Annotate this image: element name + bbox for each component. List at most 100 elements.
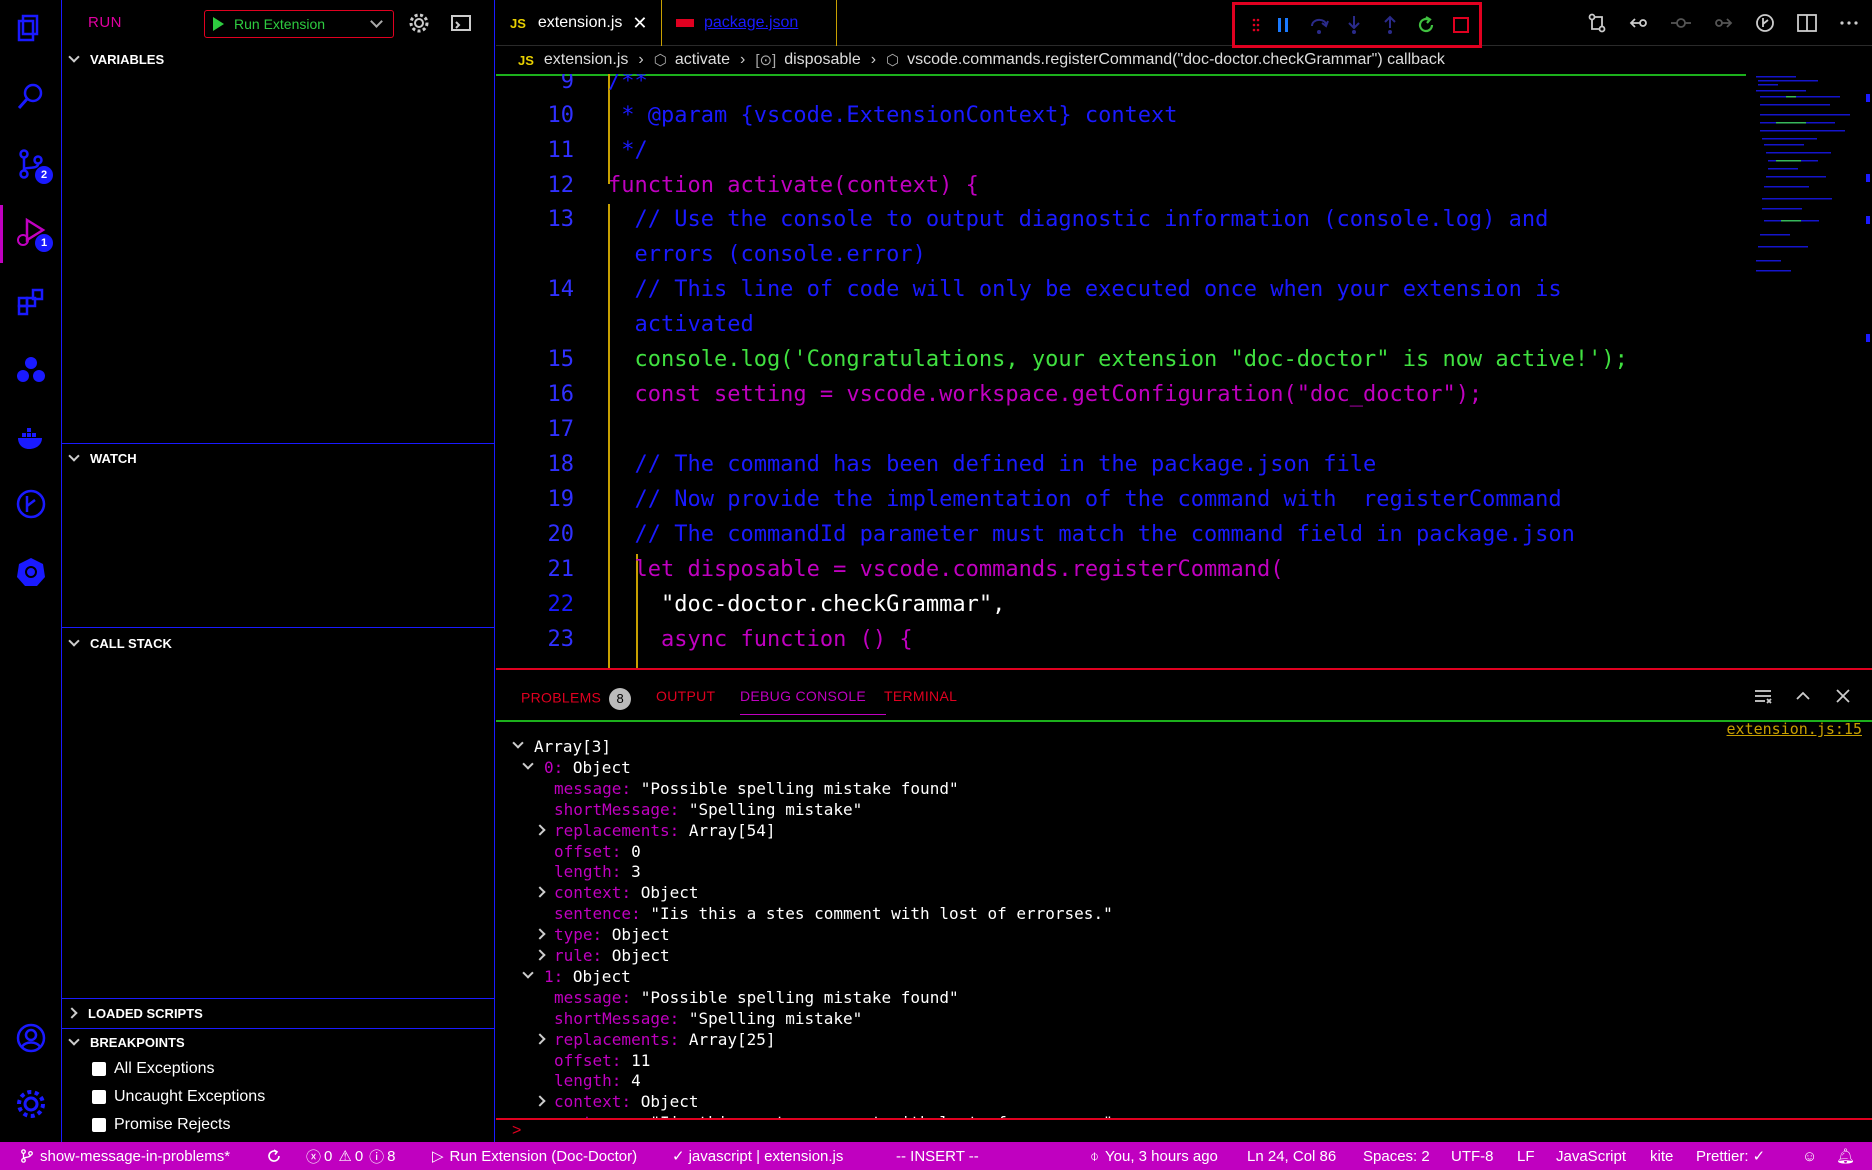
- account-icon[interactable]: [13, 1020, 49, 1056]
- git-blame-status[interactable]: ⌽ You, 3 hours ago: [1090, 1142, 1218, 1170]
- go-forward-icon[interactable]: [1712, 12, 1734, 34]
- code-line[interactable]: 19 // Now provide the implementation of …: [496, 482, 1746, 517]
- eol-status[interactable]: LF: [1517, 1142, 1535, 1170]
- debug-console-input[interactable]: >: [496, 1118, 1872, 1142]
- source-location-link[interactable]: extension.js:15: [1727, 722, 1862, 738]
- kubernetes-icon[interactable]: [13, 554, 49, 590]
- code-line[interactable]: 12 function activate(context) {: [496, 168, 1746, 203]
- clear-console-icon[interactable]: [1753, 686, 1773, 706]
- console-entry[interactable]: Array[3]: [534, 736, 611, 757]
- kite-status[interactable]: kite: [1650, 1142, 1673, 1170]
- go-back-icon[interactable]: [1628, 12, 1650, 34]
- notifications-bell-icon[interactable]: 🔔︎: [1836, 1142, 1855, 1170]
- split-editor-icon[interactable]: [1796, 12, 1818, 34]
- extensions-icon[interactable]: [13, 284, 49, 320]
- console-entry[interactable]: context: Object: [554, 1091, 699, 1112]
- maximize-panel-icon[interactable]: [1793, 686, 1813, 706]
- more-actions-icon[interactable]: [1838, 12, 1860, 34]
- tab-package-json[interactable]: package.json: [662, 0, 837, 46]
- source-control-icon[interactable]: 2: [13, 146, 53, 184]
- sync-icon[interactable]: [266, 1142, 282, 1170]
- code-line[interactable]: 11 */: [496, 133, 1746, 168]
- code-editor[interactable]: 9 /** 10 * @param {vscode.ExtensionContext…: [496, 74, 1872, 670]
- prettier-status[interactable]: Prettier: ✓: [1696, 1142, 1765, 1170]
- step-out-icon[interactable]: [1372, 7, 1408, 43]
- chevron-right-icon[interactable]: [534, 1032, 546, 1045]
- explorer-icon[interactable]: [13, 10, 49, 46]
- branch-status[interactable]: show-message-in-problems*: [20, 1142, 230, 1170]
- launch-config-select[interactable]: Run Extension: [204, 10, 394, 38]
- debug-console-output[interactable]: extension.js:15 Array[3] 0: Object message…: [496, 720, 1872, 1120]
- chevron-down-icon[interactable]: [512, 737, 524, 749]
- pause-icon[interactable]: [1265, 7, 1301, 43]
- run-debug-icon[interactable]: 1: [13, 214, 53, 252]
- console-entry[interactable]: rule: Object: [554, 945, 670, 966]
- git-commit-icon[interactable]: [1670, 12, 1692, 34]
- call-stack-section-header[interactable]: CALL STACK: [62, 630, 495, 656]
- stop-icon[interactable]: [1443, 7, 1479, 43]
- settings-gear-icon[interactable]: [13, 1086, 49, 1122]
- code-line[interactable]: 14 // This line of code will only be exe…: [496, 272, 1746, 307]
- live-share-icon[interactable]: [13, 352, 49, 388]
- tab-terminal[interactable]: TERMINAL: [884, 688, 957, 704]
- code-line[interactable]: 18 // The command has been defined in th…: [496, 447, 1746, 482]
- close-panel-icon[interactable]: [1833, 686, 1853, 706]
- git-graph-icon[interactable]: [13, 486, 49, 522]
- eslint-status[interactable]: ✓ javascript | extension.js: [672, 1142, 843, 1170]
- breadcrumb-file[interactable]: extension.js: [544, 51, 629, 69]
- code-line[interactable]: 21 let disposable = vscode.commands.regi…: [496, 552, 1746, 587]
- console-entry[interactable]: 1: Object: [544, 966, 631, 987]
- code-line[interactable]: 13 // Use the console to output diagnost…: [496, 202, 1746, 237]
- breakpoint-all-exceptions[interactable]: All Exceptions: [92, 1060, 215, 1078]
- code-line[interactable]: 15 console.log('Congratulations, your ex…: [496, 342, 1746, 377]
- chevron-down-icon[interactable]: [522, 758, 534, 770]
- breakpoint-promise-rejects[interactable]: Promise Rejects: [92, 1116, 230, 1134]
- breakpoint-uncaught-exceptions[interactable]: Uncaught Exceptions: [92, 1088, 265, 1106]
- tab-debug-console[interactable]: DEBUG CONSOLE: [740, 688, 866, 704]
- breakpoints-section-header[interactable]: BREAKPOINTS: [62, 1029, 495, 1055]
- code-line[interactable]: 9 /**: [496, 74, 1746, 99]
- step-over-icon[interactable]: [1301, 7, 1337, 43]
- loaded-scripts-section-header[interactable]: LOADED SCRIPTS: [62, 1000, 495, 1026]
- drag-handle-icon[interactable]: [1247, 7, 1265, 43]
- checkbox[interactable]: [92, 1090, 106, 1104]
- code-line[interactable]: 17: [496, 412, 1746, 447]
- code-line[interactable]: 16 const setting = vscode.workspace.getC…: [496, 377, 1746, 412]
- chevron-down-icon[interactable]: [522, 967, 534, 979]
- console-entry[interactable]: replacements: Array[25]: [554, 1029, 776, 1050]
- checkbox[interactable]: [92, 1062, 106, 1076]
- console-entry[interactable]: type: Object: [554, 924, 670, 945]
- chevron-right-icon[interactable]: [534, 949, 546, 961]
- chevron-right-icon[interactable]: [534, 823, 546, 836]
- language-mode-status[interactable]: JavaScript: [1556, 1142, 1626, 1170]
- code-line[interactable]: 22 "doc-doctor.checkGrammar",: [496, 587, 1746, 622]
- console-entry[interactable]: context: Object: [554, 882, 699, 903]
- step-into-icon[interactable]: [1336, 7, 1372, 43]
- breadcrumb-callback[interactable]: vscode.commands.registerCommand("doc-doc…: [907, 51, 1445, 69]
- restart-icon[interactable]: [1408, 7, 1444, 43]
- breadcrumb-variable[interactable]: disposable: [784, 51, 861, 69]
- code-line[interactable]: 20 // The commandId parameter must match…: [496, 517, 1746, 552]
- chevron-right-icon[interactable]: [534, 928, 546, 940]
- code-line[interactable]: errors (console.error): [496, 237, 1746, 272]
- timeline-icon[interactable]: [1754, 12, 1776, 34]
- close-icon[interactable]: ✕: [632, 13, 647, 34]
- open-changes-icon[interactable]: [1586, 12, 1608, 34]
- variables-section-header[interactable]: VARIABLES: [62, 46, 495, 72]
- checkbox[interactable]: [92, 1118, 106, 1132]
- search-icon[interactable]: [13, 78, 49, 114]
- indentation-status[interactable]: Spaces: 2: [1363, 1142, 1430, 1170]
- minimap[interactable]: [1746, 74, 1872, 670]
- watch-section-header[interactable]: WATCH: [62, 445, 495, 471]
- chevron-right-icon[interactable]: [534, 886, 546, 898]
- code-line[interactable]: 23 async function () {: [496, 622, 1746, 657]
- breadcrumb-function[interactable]: activate: [675, 51, 730, 69]
- tab-problems[interactable]: PROBLEMS 8: [521, 688, 632, 710]
- console-entry[interactable]: replacements: Array[54]: [554, 820, 776, 841]
- console-entry[interactable]: 0: Object: [544, 757, 631, 778]
- cursor-position-status[interactable]: Ln 24, Col 86: [1247, 1142, 1336, 1170]
- encoding-status[interactable]: UTF-8: [1451, 1142, 1494, 1170]
- docker-icon[interactable]: [13, 420, 49, 456]
- chevron-right-icon[interactable]: [534, 1095, 546, 1107]
- tab-output[interactable]: OUTPUT: [656, 688, 715, 704]
